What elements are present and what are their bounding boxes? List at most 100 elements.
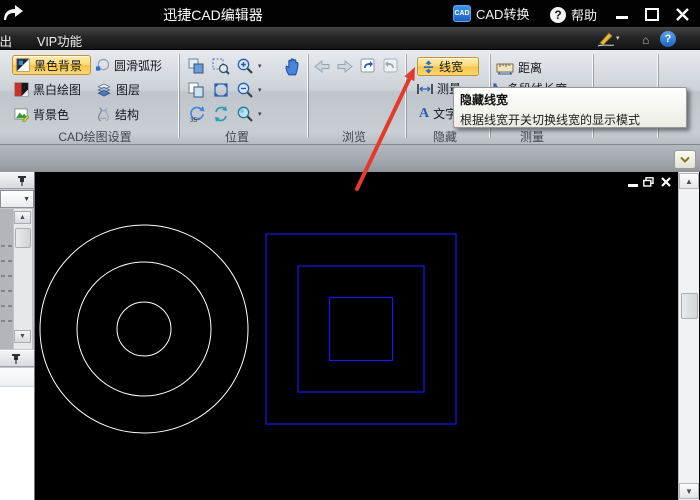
canvas-square[interactable] bbox=[298, 266, 424, 392]
drawing-shapes-layer bbox=[36, 172, 678, 500]
zoom-in-button[interactable]: ▾ bbox=[236, 57, 262, 75]
zoom-window-button[interactable] bbox=[212, 57, 230, 75]
tooltip-hide-linewidth: 隐藏线宽 根据线宽开关切换线宽的显示模式 bbox=[453, 87, 687, 128]
left-dock-panel: ▼ ▲ ▼ bbox=[0, 172, 35, 500]
bw-drawing-button[interactable]: 黑白绘图 bbox=[14, 81, 81, 98]
black-background-button[interactable]: 黑色背景 bbox=[12, 55, 91, 75]
smooth-arc-label: 圆滑弧形 bbox=[114, 57, 162, 74]
scroll-thumb[interactable] bbox=[681, 293, 698, 319]
chevron-down-icon bbox=[679, 156, 691, 164]
black-background-label: 黑色背景 bbox=[34, 57, 82, 74]
signature-pencil-icon bbox=[596, 30, 616, 47]
canvas-square[interactable] bbox=[266, 234, 456, 424]
rotate-view-button[interactable]: 35° bbox=[187, 105, 206, 123]
zoom-out-caret-icon[interactable]: ▾ bbox=[258, 87, 262, 94]
scroll-up-button[interactable]: ▲ bbox=[679, 173, 699, 189]
zoom-extents-button[interactable] bbox=[212, 81, 230, 99]
mini-scroll-down-button[interactable]: ▼ bbox=[14, 330, 31, 343]
mini-scroll-up-button[interactable]: ▲ bbox=[14, 211, 31, 224]
hide-text-button[interactable]: A 文字 bbox=[419, 105, 457, 122]
dock-panel-header[interactable] bbox=[0, 172, 34, 189]
canvas-square[interactable] bbox=[330, 298, 393, 361]
smooth-arc-button[interactable]: 圆滑弧形 bbox=[95, 57, 162, 74]
minimize-button[interactable] bbox=[612, 5, 632, 23]
zoom-in-caret-icon[interactable]: ▾ bbox=[258, 63, 262, 70]
forward-button[interactable] bbox=[336, 58, 354, 75]
regen-button[interactable] bbox=[212, 105, 230, 123]
list-item-dash bbox=[1, 275, 13, 277]
layers-icon bbox=[96, 82, 112, 97]
pin-icon[interactable] bbox=[17, 175, 27, 187]
group-separator bbox=[405, 54, 407, 138]
maximize-icon bbox=[645, 8, 659, 21]
menu-bar: 输出 VIP功能 ▾ ⌂ ? bbox=[0, 27, 700, 50]
mdi-minimize-button[interactable] bbox=[626, 178, 639, 189]
cad-convert-button[interactable]: CAD CAD转换 bbox=[453, 4, 529, 23]
pan-button[interactable] bbox=[283, 55, 304, 76]
measure-group-label: 测量 bbox=[492, 128, 572, 141]
collapse-ribbon-button[interactable] bbox=[674, 150, 696, 169]
position-group-label: 位置 bbox=[197, 128, 277, 141]
pin-icon[interactable] bbox=[11, 353, 21, 365]
smooth-arc-icon bbox=[95, 58, 110, 73]
mini-scroll-thumb[interactable] bbox=[15, 228, 31, 248]
menu-item-vip[interactable]: VIP功能 bbox=[37, 31, 82, 50]
hide-measure-icon bbox=[417, 83, 433, 95]
layers-button[interactable]: 图层 bbox=[96, 81, 140, 98]
close-icon bbox=[676, 8, 689, 21]
mdi-close-button[interactable] bbox=[659, 176, 672, 187]
combo-caret-icon: ▼ bbox=[23, 196, 30, 203]
dock-combo-box[interactable]: ▼ bbox=[0, 190, 34, 208]
tooltip-title: 隐藏线宽 bbox=[460, 91, 680, 108]
canvas-circle[interactable] bbox=[117, 302, 171, 356]
background-color-button[interactable]: 背景色 bbox=[14, 106, 69, 123]
menu-item-export[interactable]: 输出 bbox=[0, 31, 12, 50]
close-button[interactable] bbox=[672, 5, 692, 23]
minimize-icon bbox=[616, 8, 628, 20]
zoom-out-button[interactable]: ▾ bbox=[236, 81, 262, 99]
list-item-dash bbox=[1, 290, 13, 292]
line-width-button[interactable]: 线宽 bbox=[417, 57, 479, 76]
structure-label: 结构 bbox=[115, 106, 139, 123]
canvas-circle[interactable] bbox=[77, 262, 211, 396]
quick-help-button[interactable]: ? bbox=[660, 31, 676, 47]
zoom-out-icon bbox=[236, 81, 254, 99]
mdi-restore-icon bbox=[643, 177, 654, 187]
regen-icon bbox=[212, 105, 230, 123]
help-icon: ? bbox=[550, 7, 566, 23]
pan-hand-icon bbox=[283, 55, 304, 76]
home-icon[interactable]: ⌂ bbox=[642, 33, 649, 47]
maximize-button[interactable] bbox=[642, 5, 662, 23]
forward-arrow-icon bbox=[336, 58, 354, 75]
undo-button[interactable] bbox=[359, 57, 376, 74]
copy-position-icon bbox=[187, 81, 205, 99]
help-button[interactable]: ? 帮助 bbox=[550, 5, 597, 24]
copy-position-button[interactable] bbox=[187, 81, 205, 99]
title-bar: 迅捷CAD编辑器 CAD CAD转换 ? 帮助 bbox=[0, 0, 700, 27]
draw-order-button[interactable] bbox=[187, 57, 205, 75]
structure-button[interactable]: 结构 bbox=[96, 106, 139, 123]
background-color-icon bbox=[14, 107, 29, 122]
cad-canvas[interactable] bbox=[36, 172, 678, 500]
black-background-icon bbox=[16, 58, 30, 72]
scroll-down-button[interactable]: ▼ bbox=[679, 483, 699, 499]
dock-panel2-header[interactable] bbox=[0, 350, 34, 367]
hide-group-label: 隐藏 bbox=[405, 128, 485, 141]
zoom-scale-button[interactable]: ▾ bbox=[236, 105, 262, 123]
text-style-icon: A bbox=[419, 106, 429, 122]
distance-ruler-icon bbox=[496, 61, 514, 75]
help-label: 帮助 bbox=[571, 5, 597, 24]
back-button[interactable] bbox=[313, 58, 331, 75]
distance-button[interactable]: 距离 bbox=[496, 59, 542, 76]
quick-access-redo-icon[interactable] bbox=[2, 4, 24, 22]
canvas-circle[interactable] bbox=[40, 225, 248, 433]
undo-icon bbox=[359, 57, 376, 74]
signature-button[interactable]: ▾ bbox=[596, 30, 620, 47]
redo-button[interactable] bbox=[382, 57, 399, 74]
zoom-window-icon bbox=[212, 57, 230, 75]
back-arrow-icon bbox=[313, 58, 331, 75]
dock-panel2-header-row bbox=[0, 368, 34, 387]
zoom-extents-icon bbox=[212, 81, 230, 99]
mdi-restore-button[interactable] bbox=[642, 176, 655, 187]
zoom-scale-caret-icon[interactable]: ▾ bbox=[258, 111, 262, 118]
